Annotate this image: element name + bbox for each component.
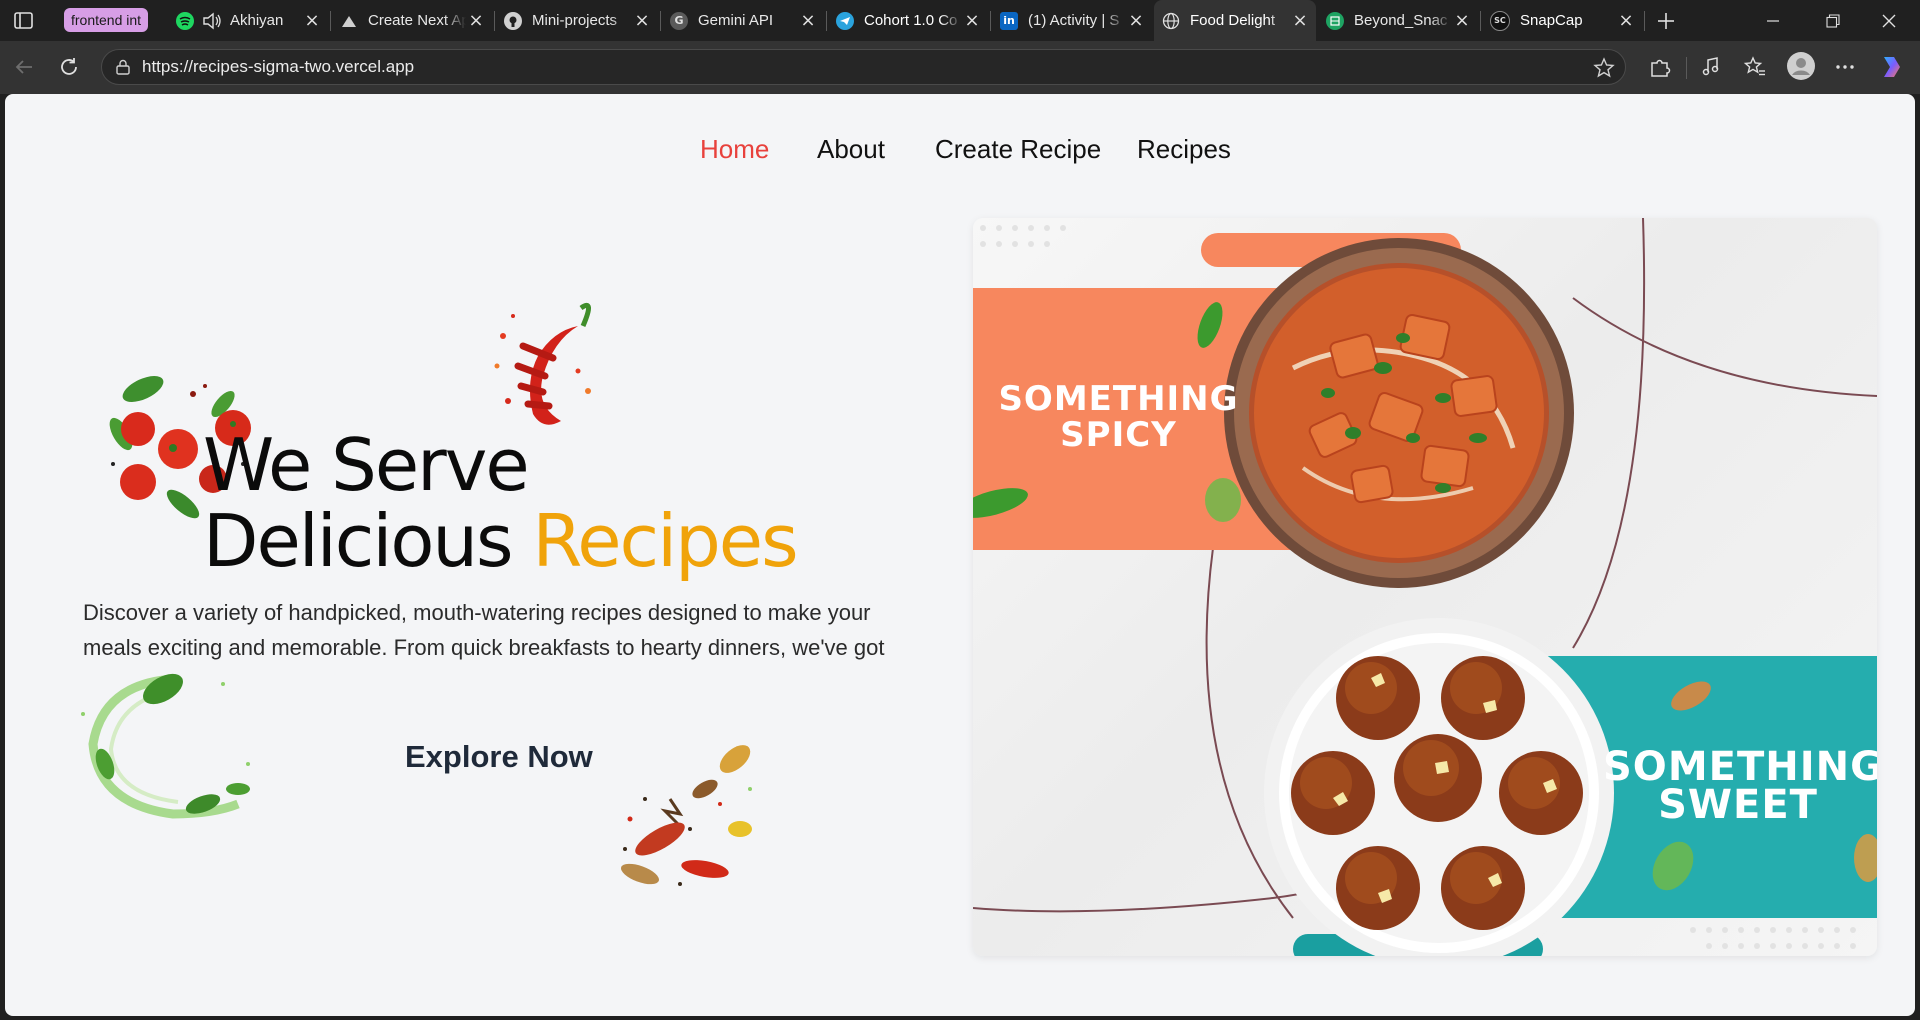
tab-linkedin[interactable]: in (1) Activity | S × [992, 0, 1152, 41]
tab-title: Mini-projects [532, 12, 618, 29]
nav-link-about[interactable]: About [817, 134, 885, 165]
new-tab-button[interactable] [1643, 0, 1689, 41]
puzzle-icon [1651, 59, 1671, 77]
restore-button[interactable] [1810, 0, 1856, 41]
close-tab-icon[interactable]: × [1290, 10, 1310, 31]
minimize-icon [1767, 19, 1779, 22]
tab-title: SnapCap [1520, 12, 1583, 29]
sweet-line2: SWEET [1658, 782, 1818, 828]
telegram-icon [836, 11, 854, 30]
close-tab-icon[interactable]: × [798, 10, 818, 31]
spicy-line2: SPICY [1060, 415, 1177, 455]
close-tab-icon[interactable]: × [302, 10, 322, 31]
tab-title: Akhiyan [230, 12, 284, 29]
tab-title: Food Delight [1190, 12, 1276, 29]
globe-icon [1162, 12, 1180, 30]
tab-food-delight[interactable]: Food Delight × [1154, 0, 1316, 41]
something-sweet-label: SOMETHING SWEET [1603, 747, 1877, 825]
refresh-icon [61, 58, 77, 75]
close-tab-icon[interactable]: × [1616, 10, 1636, 31]
more-dots-icon [1836, 65, 1854, 69]
browser-toolbar: https://recipes-sigma-two.vercel.app [0, 41, 1920, 94]
linkedin-icon: in [1000, 11, 1018, 30]
snapcap-icon: SC [1490, 10, 1510, 31]
tab-gemini-api[interactable]: G Gemini API × [662, 0, 824, 41]
tab-create-next-app[interactable]: Create Next App × [332, 0, 492, 41]
hero-title-accent: Recipes [532, 499, 798, 583]
close-tab-icon[interactable]: × [632, 10, 652, 31]
spices-illustration [621, 745, 752, 886]
nextjs-icon [340, 12, 358, 30]
tab-strip: frontend int Akhiyan × Create Next App ×… [0, 0, 1920, 41]
site-info-icon[interactable] [114, 58, 132, 76]
tab-title: Create Next App [368, 12, 466, 29]
tab-title: (1) Activity | S [1028, 12, 1120, 29]
spotify-icon [176, 11, 194, 30]
favorites-star-icon [1743, 56, 1765, 76]
profile-button[interactable] [1785, 50, 1817, 82]
close-window-button[interactable] [1866, 0, 1912, 41]
tab-snapcap[interactable]: SC SnapCap × [1482, 0, 1642, 41]
extensions-button[interactable] [1646, 53, 1674, 81]
sheets-icon [1326, 11, 1344, 30]
hero-title: We Serve Delicious Recipes [203, 427, 799, 579]
hero-title-line1: We Serve [203, 423, 530, 507]
plus-icon [1658, 12, 1674, 29]
url-text[interactable]: https://recipes-sigma-two.vercel.app [142, 50, 414, 84]
herb-swirl-illustration [81, 673, 250, 819]
minimize-button[interactable] [1750, 0, 1796, 41]
github-icon [504, 11, 522, 30]
nav-link-create-recipe[interactable]: Create Recipe [935, 134, 1101, 165]
back-arrow-icon [15, 60, 32, 74]
page-content: Home About Create Recipe Recipes We Serv… [5, 94, 1915, 1016]
tab-mini-projects[interactable]: Mini-projects × [496, 0, 658, 41]
avatar-icon [1787, 52, 1815, 80]
restore-icon [1826, 13, 1840, 28]
media-control-button[interactable] [1697, 53, 1725, 81]
tab-title: Beyond_Snac [1354, 12, 1448, 29]
close-tab-icon[interactable]: × [1126, 10, 1146, 31]
settings-menu-button[interactable] [1831, 53, 1859, 81]
favorites-button[interactable] [1741, 53, 1769, 81]
audio-playing-icon[interactable] [202, 12, 222, 30]
close-tab-icon[interactable]: × [1452, 10, 1472, 31]
tab-spotify[interactable]: Akhiyan × [168, 0, 328, 41]
close-icon [1882, 14, 1896, 27]
copilot-button[interactable] [1878, 53, 1906, 81]
copilot-icon [1884, 57, 1900, 77]
spicy-line1: SOMETHING [998, 379, 1239, 419]
banner-background [973, 218, 1877, 956]
nav-link-home[interactable]: Home [700, 134, 769, 165]
close-tab-icon[interactable]: × [466, 10, 486, 31]
tab-beyond-snac[interactable]: Beyond_Snac × [1318, 0, 1478, 41]
explore-now-button[interactable]: Explore Now [405, 739, 593, 775]
tab-cohort[interactable]: Cohort 1.0 Co × [828, 0, 988, 41]
back-button[interactable] [8, 51, 40, 83]
tab-actions-menu-button[interactable] [10, 8, 38, 34]
address-bar[interactable]: https://recipes-sigma-two.vercel.app [101, 49, 1626, 85]
music-note-icon [1702, 57, 1719, 76]
tab-title: Cohort 1.0 Co [864, 12, 958, 29]
food-banner-image: SOMETHING SPICY SOMETHING SWEET [973, 218, 1877, 956]
nav-link-recipes[interactable]: Recipes [1137, 134, 1231, 165]
favorite-star-icon[interactable] [1593, 57, 1615, 79]
hero-title-line2a: Delicious [203, 499, 514, 583]
tab-actions-icon [14, 12, 33, 29]
refresh-button[interactable] [53, 51, 85, 83]
tab-group-label[interactable]: frontend int [64, 8, 149, 32]
google-icon: G [670, 11, 688, 30]
tab-title: Gemini API [698, 12, 774, 29]
close-tab-icon[interactable]: × [962, 10, 982, 31]
something-spicy-label: SOMETHING SPICY [991, 381, 1246, 453]
